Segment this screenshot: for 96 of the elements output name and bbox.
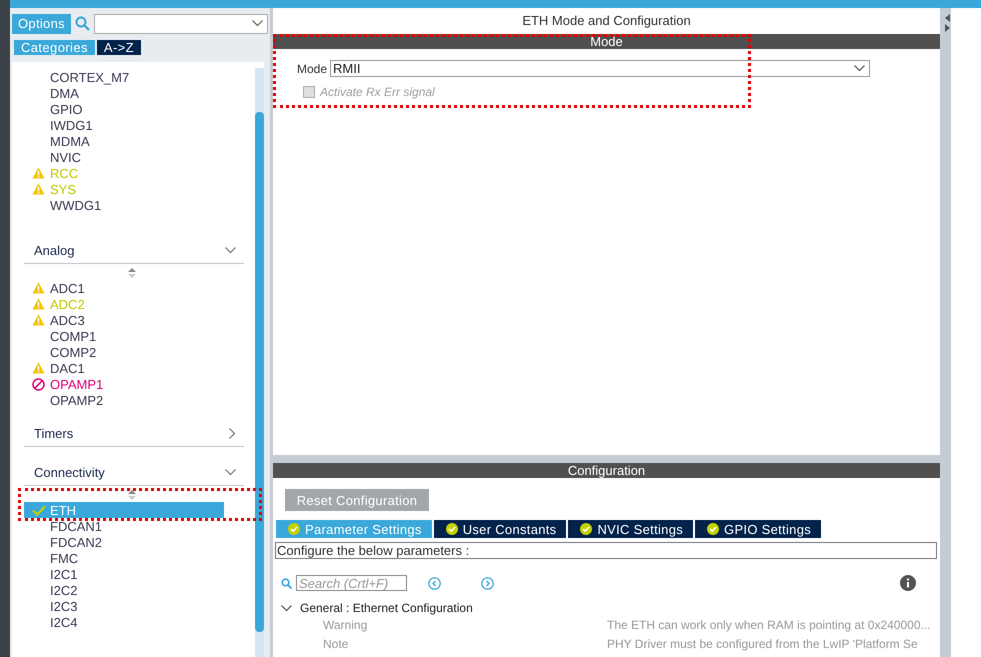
chevron-down-icon[interactable] bbox=[225, 469, 236, 476]
check-circle-icon bbox=[580, 523, 592, 535]
peripheral-item[interactable]: I2C4 bbox=[24, 614, 224, 630]
peripheral-name: ADC3 bbox=[50, 312, 85, 328]
peripheral-item[interactable]: GPIO bbox=[24, 101, 224, 117]
peripheral-name: WWDG1 bbox=[50, 198, 102, 212]
peripheral-item[interactable]: ADC3 bbox=[24, 312, 224, 328]
peripheral-name: NVIC bbox=[50, 150, 82, 164]
peripheral-name: COMP1 bbox=[50, 328, 96, 344]
prohibited-icon bbox=[32, 378, 45, 390]
view-tab[interactable]: A->Z bbox=[96, 40, 142, 55]
peripheral-item[interactable]: ADC1 bbox=[24, 280, 224, 296]
check-icon bbox=[32, 504, 46, 516]
warning-icon bbox=[32, 183, 45, 195]
peripheral-name: GPIO bbox=[50, 102, 83, 116]
previous-icon[interactable] bbox=[428, 576, 441, 590]
peripheral-name: MDMA bbox=[50, 134, 90, 148]
chevron-down-icon[interactable] bbox=[225, 247, 236, 254]
peripheral-name: CORTEX_M7 bbox=[50, 70, 130, 84]
category-label: Connectivity bbox=[34, 465, 105, 480]
peripheral-name: IWDG1 bbox=[50, 118, 93, 132]
group-title: General : Ethernet Configuration bbox=[300, 601, 473, 615]
peripheral-name: FDCAN2 bbox=[50, 534, 102, 550]
peripheral-item[interactable]: IWDG1 bbox=[24, 117, 224, 133]
peripheral-name: COMP2 bbox=[50, 344, 96, 360]
dropdown-caret-icon[interactable] bbox=[252, 20, 263, 27]
section-header: Configuration bbox=[273, 463, 940, 478]
sort-icon[interactable] bbox=[128, 268, 136, 278]
chevron-down-icon[interactable] bbox=[281, 604, 292, 612]
peripheral-item[interactable]: FDCAN2 bbox=[24, 534, 224, 550]
peripheral-name: OPAMP1 bbox=[50, 376, 104, 392]
search-icon[interactable] bbox=[74, 16, 90, 31]
peripheral-item[interactable]: MDMA bbox=[24, 133, 224, 149]
peripheral-item[interactable]: OPAMP1 bbox=[24, 376, 224, 392]
settings-tab[interactable]: NVIC Settings bbox=[568, 520, 694, 538]
peripheral-name: FDCAN1 bbox=[50, 518, 102, 534]
info-icon[interactable] bbox=[900, 575, 916, 591]
warning-icon bbox=[32, 282, 45, 294]
peripheral-item[interactable]: CORTEX_M7 bbox=[24, 69, 224, 85]
peripheral-item[interactable]: I2C2 bbox=[24, 582, 224, 598]
section-header: Mode bbox=[273, 34, 940, 49]
parameter-name: Warning bbox=[323, 617, 368, 634]
parameter-value: The ETH can work only when RAM is pointing at 0x240000... bbox=[607, 617, 932, 634]
group-header[interactable]: General : Ethernet Configuration bbox=[281, 601, 940, 615]
peripheral-name: I2C3 bbox=[50, 598, 78, 614]
check-circle-icon bbox=[446, 523, 458, 535]
instruction-text: Configure the below parameters : bbox=[275, 542, 937, 559]
panel-title: ETH Mode and Configuration bbox=[521, 12, 692, 30]
parameter-value: PHY Driver must be configured from the LwIP 'Platform Se bbox=[607, 636, 919, 653]
next-icon[interactable] bbox=[481, 576, 494, 590]
peripheral-name: I2C2 bbox=[50, 582, 78, 598]
peripheral-name: DMA bbox=[50, 86, 79, 100]
peripheral-item[interactable]: NVIC bbox=[24, 149, 224, 165]
category-header[interactable]: Timers bbox=[24, 421, 244, 447]
peripheral-name: I2C1 bbox=[50, 566, 78, 582]
checkbox-label: Activate Rx Err signal bbox=[320, 85, 435, 99]
peripheral-name: RCC bbox=[50, 166, 78, 180]
sort-icon[interactable] bbox=[128, 490, 136, 500]
category-label: Timers bbox=[34, 426, 74, 441]
peripheral-item[interactable]: OPAMP2 bbox=[24, 392, 224, 408]
search-field[interactable]: Search (Crtl+F) bbox=[296, 575, 407, 591]
peripheral-item[interactable]: DAC1 bbox=[24, 360, 224, 376]
search-combo-field[interactable] bbox=[94, 14, 268, 34]
peripheral-name: ADC1 bbox=[50, 280, 85, 296]
check-circle-icon bbox=[288, 523, 300, 535]
parameter-name: Note bbox=[323, 636, 350, 653]
peripheral-item[interactable]: WWDG1 bbox=[24, 197, 224, 213]
check-circle-icon bbox=[707, 523, 720, 535]
peripheral-name: ETH bbox=[50, 502, 76, 518]
peripheral-name: OPAMP2 bbox=[50, 392, 104, 408]
mode-dropdown[interactable]: RMII bbox=[330, 60, 870, 77]
chevron-right-icon[interactable] bbox=[229, 428, 236, 439]
peripheral-item[interactable]: I2C3 bbox=[24, 598, 224, 614]
peripheral-item[interactable]: DMA bbox=[24, 85, 224, 101]
warning-icon bbox=[32, 167, 45, 179]
peripheral-name: DAC1 bbox=[50, 360, 85, 376]
warning-icon bbox=[32, 362, 45, 374]
category-header[interactable]: Connectivity bbox=[24, 460, 244, 486]
peripheral-name: FMC bbox=[50, 550, 78, 566]
category-label: Analog bbox=[34, 243, 74, 258]
peripheral-item[interactable]: FDCAN1 bbox=[24, 518, 224, 534]
peripheral-item[interactable]: COMP1 bbox=[24, 328, 224, 344]
peripheral-item[interactable]: I2C1 bbox=[24, 566, 224, 582]
settings-tab[interactable]: GPIO Settings bbox=[695, 520, 822, 538]
category-header[interactable]: Analog bbox=[24, 238, 244, 264]
dropdown-caret-icon[interactable] bbox=[854, 65, 866, 72]
settings-tab[interactable]: User Constants bbox=[434, 520, 566, 538]
search-icon bbox=[281, 578, 292, 588]
mode-label: Mode bbox=[297, 62, 328, 76]
peripheral-name: I2C4 bbox=[50, 614, 78, 630]
peripheral-name: ADC2 bbox=[50, 296, 85, 312]
warning-icon bbox=[32, 314, 45, 326]
peripheral-item[interactable]: COMP2 bbox=[24, 344, 224, 360]
peripheral-name: SYS bbox=[50, 182, 76, 196]
peripheral-item[interactable]: FMC bbox=[24, 550, 224, 566]
warning-icon bbox=[32, 298, 45, 310]
